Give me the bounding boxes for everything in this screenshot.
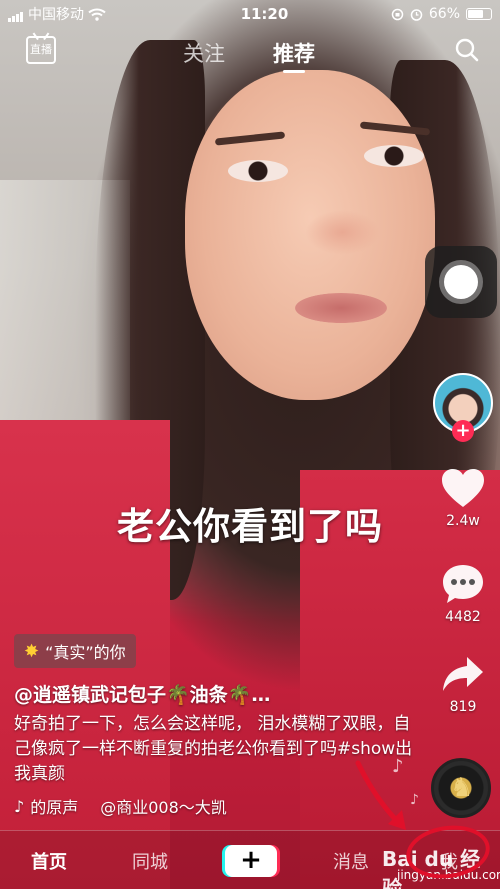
carrier-label: 中国移动 <box>28 7 84 23</box>
music-disc-emblem-icon: ♞ <box>450 773 474 803</box>
live-tv-icon[interactable]: 直播 <box>26 36 56 64</box>
rotation-lock-icon <box>391 8 404 20</box>
author-name[interactable]: @逍遥镇武记包子🌴油条🌴… <box>14 680 270 707</box>
like-count: 2.4w <box>446 513 480 529</box>
wifi-icon <box>88 8 106 21</box>
nose <box>305 210 380 255</box>
tab-nearby[interactable]: 同城 <box>132 848 168 874</box>
mouth <box>295 293 387 323</box>
tab-home[interactable]: 首页 <box>31 848 67 874</box>
comment-icon <box>443 565 483 603</box>
share-arrow-icon <box>443 657 483 691</box>
music-title: 的原声 <box>30 798 79 817</box>
signal-icon <box>8 6 24 22</box>
assistive-touch-button[interactable] <box>425 246 497 318</box>
alarm-icon <box>410 8 423 21</box>
music-author: @商业008～大凯 <box>100 798 227 817</box>
create-video-button[interactable]: + <box>225 845 277 877</box>
like-button[interactable]: 2.4w <box>430 467 496 529</box>
comment-count: 4482 <box>445 609 481 625</box>
status-bar: 中国移动 11:20 66% <box>0 0 500 28</box>
share-button[interactable]: 819 <box>430 655 496 715</box>
comment-button[interactable]: 4482 <box>430 563 496 625</box>
tag-chip[interactable]: ✸ “真实”的你 <box>14 634 136 668</box>
search-icon[interactable] <box>455 38 479 62</box>
eye-right <box>364 145 424 167</box>
share-count: 819 <box>449 699 477 715</box>
tab-follow[interactable]: 关注 <box>183 38 225 68</box>
sparkle-icon: ✸ <box>24 640 40 662</box>
tiktok-note-icon: ♪ <box>14 796 25 816</box>
battery-icon <box>466 8 492 20</box>
music-row[interactable]: ♪ 的原声 @商业008～大凯 <box>14 794 227 818</box>
heart-icon <box>442 469 484 507</box>
status-time: 11:20 <box>240 5 289 23</box>
music-disc[interactable]: ♞ <box>431 758 491 818</box>
tab-recommend[interactable]: 推荐 <box>273 38 315 68</box>
active-tab-indicator <box>283 70 305 73</box>
tag-label: “真实”的你 <box>45 643 126 662</box>
tab-messages[interactable]: 消息 <box>333 848 369 874</box>
follow-plus-button[interactable]: + <box>452 420 474 442</box>
annotation-arrow-icon <box>355 760 406 830</box>
eye-left <box>228 160 288 182</box>
video-caption: 老公你看到了吗 <box>117 505 383 548</box>
battery-percent: 66% <box>428 6 460 22</box>
top-nav: 直播 关注 推荐 <box>0 34 500 74</box>
